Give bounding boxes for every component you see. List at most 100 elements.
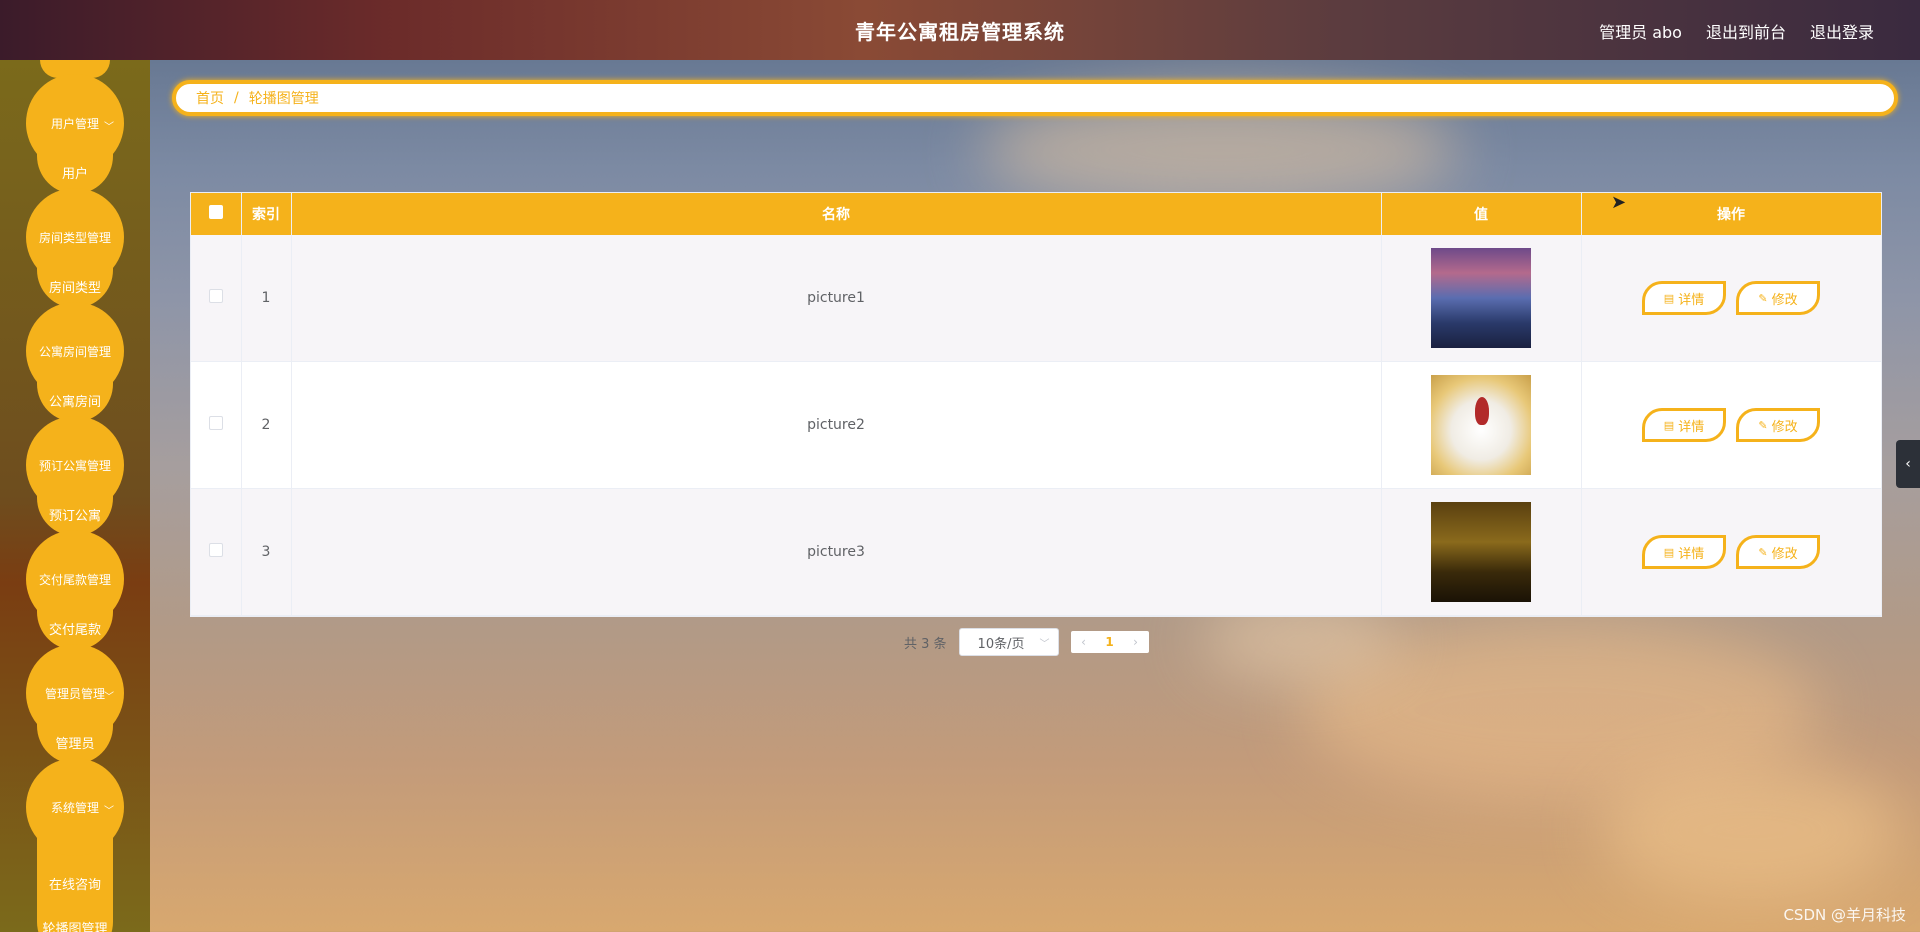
sidebar-item-carousel[interactable]: 轮播图管理 [42, 908, 107, 932]
chevron-left-icon[interactable]: ‹ [1896, 440, 1920, 488]
row-ops-cell: ▤ 详情 ✎ 修改 [1581, 361, 1882, 489]
top-header: 青年公寓租房管理系统 管理员 abo 退出到前台 退出登录 [0, 0, 1920, 60]
chevron-down-icon: ﹀ [1039, 638, 1050, 650]
pencil-icon: ✎ [1758, 545, 1768, 559]
pencil-icon: ✎ [1758, 291, 1768, 305]
carousel-image[interactable] [1431, 375, 1531, 475]
row-checkbox[interactable] [208, 416, 223, 430]
row-actions: ▤ 详情 ✎ 修改 [1582, 535, 1881, 569]
sidebar-item-booking[interactable]: 预订公寓 [37, 476, 113, 536]
page-number-1[interactable]: 1 [1097, 635, 1123, 649]
chevron-down-icon: ﹀ [104, 806, 114, 817]
row-actions: ▤ 详情 ✎ 修改 [1582, 408, 1881, 442]
pagination: 共 3 条 10条/页 ﹀ ‹ 1 › [904, 628, 1149, 656]
page-size-value: 10条/页 [977, 636, 1025, 652]
row-select-cell [191, 235, 242, 362]
sidebar: 用户管理 ﹀ 用户 房间类型管理 房间类型 公寓房间管理 公寓房间 预订公寓管理… [0, 60, 150, 932]
carousel-image[interactable] [1431, 502, 1531, 602]
sidebar-item-online-consult[interactable]: 在线咨询 [49, 864, 101, 908]
breadcrumb-current: 轮播图管理 [248, 91, 319, 107]
document-icon: ▤ [1663, 418, 1675, 432]
detail-label: 详情 [1678, 292, 1705, 308]
row-select-cell [191, 488, 242, 616]
menu-head-label: 用户管理 [50, 116, 99, 131]
menu-head-label: 系统管理 [50, 800, 99, 815]
sidebar-item-room-type[interactable]: 房间类型 [37, 248, 113, 308]
value-header: 值 [1381, 193, 1582, 235]
menu-head-label: 公寓房间管理 [38, 344, 111, 359]
edit-label: 修改 [1771, 419, 1798, 435]
menu-head-system[interactable]: 系统管理 ﹀ [26, 758, 124, 856]
row-name: picture1 [291, 235, 1382, 362]
document-icon: ▤ [1663, 291, 1675, 305]
edit-button[interactable]: ✎ 修改 [1736, 408, 1820, 442]
sidebar-item-user[interactable]: 用户 [37, 134, 113, 194]
mouse-cursor-icon: ➤ [1611, 192, 1627, 213]
row-value-cell [1381, 361, 1582, 489]
chevron-down-icon: ﹀ [104, 692, 114, 703]
detail-button[interactable]: ▤ 详情 [1642, 408, 1726, 442]
edit-label: 修改 [1771, 292, 1798, 308]
next-page-button[interactable]: › [1123, 635, 1149, 649]
select-all-checkbox[interactable] [208, 205, 223, 219]
menu-group-apartment-room[interactable]: 公寓房间管理 公寓房间 [26, 302, 124, 422]
row-ops-cell: ▤ 详情 ✎ 修改 [1581, 235, 1882, 362]
chevron-down-icon: ﹀ [104, 122, 114, 133]
carousel-table: 索引 名称 值 操作 1 picture1 ▤ 详情 ✎ 修改 2 pictur… [190, 192, 1882, 617]
edit-button[interactable]: ✎ 修改 [1736, 281, 1820, 315]
menu-head-label: 管理员管理 [44, 686, 105, 701]
detail-button[interactable]: ▤ 详情 [1642, 281, 1726, 315]
detail-label: 详情 [1678, 546, 1705, 562]
menu-head-label: 房间类型管理 [38, 230, 111, 245]
document-icon: ▤ [1663, 545, 1675, 559]
menu-head-label: 交付尾款管理 [38, 572, 111, 587]
table-header-row: 索引 名称 值 操作 [191, 193, 1882, 235]
detail-button[interactable]: ▤ 详情 [1642, 535, 1726, 569]
row-index: 2 [241, 361, 292, 489]
admin-username: 管理员 abo [1599, 23, 1682, 42]
header-actions: 管理员 abo 退出到前台 退出登录 [1599, 19, 1874, 43]
menu-group-system[interactable]: 系统管理 ﹀ 公寓简介 在线咨询 轮播图管理 [26, 758, 124, 932]
sidebar-item-apartment-room[interactable]: 公寓房间 [37, 362, 113, 422]
row-checkbox[interactable] [208, 289, 223, 303]
row-select-cell [191, 361, 242, 489]
menu-group-admin[interactable]: 管理员管理 ﹀ 管理员 [26, 644, 124, 764]
row-name: picture3 [291, 488, 1382, 616]
breadcrumb: 首页 / 轮播图管理 [172, 80, 1898, 116]
page-size-select[interactable]: 10条/页 ﹀ [958, 628, 1059, 656]
background-glow [1600, 760, 1900, 900]
index-header: 索引 [241, 193, 292, 235]
row-checkbox[interactable] [208, 543, 223, 557]
back-to-front-link[interactable]: 退出到前台 [1706, 19, 1786, 43]
menu-head-label: 预订公寓管理 [38, 458, 111, 473]
edit-button[interactable]: ✎ 修改 [1736, 535, 1820, 569]
row-value-cell [1381, 488, 1582, 616]
menu-group-balance[interactable]: 交付尾款管理 交付尾款 [26, 530, 124, 650]
logout-link[interactable]: 退出登录 [1810, 19, 1874, 43]
menu-group-booking[interactable]: 预订公寓管理 预订公寓 [26, 416, 124, 536]
total-count: 共 3 条 [904, 636, 947, 652]
detail-label: 详情 [1678, 419, 1705, 435]
sidebar-item-admin[interactable]: 管理员 [37, 704, 113, 764]
table-row: 3 picture3 ▤ 详情 ✎ 修改 [191, 488, 1882, 616]
menu-group-room-type[interactable]: 房间类型管理 房间类型 [26, 188, 124, 308]
breadcrumb-separator: / [234, 90, 239, 106]
row-index: 3 [241, 488, 292, 616]
breadcrumb-home[interactable]: 首页 [196, 88, 224, 108]
sidebar-item-balance[interactable]: 交付尾款 [37, 590, 113, 650]
carousel-image[interactable] [1431, 248, 1531, 348]
row-value-cell [1381, 235, 1582, 362]
table-row: 2 picture2 ▤ 详情 ✎ 修改 [191, 361, 1882, 489]
menu-group-user[interactable]: 用户管理 ﹀ 用户 [26, 74, 124, 194]
pencil-icon: ✎ [1758, 418, 1768, 432]
pager: ‹ 1 › [1070, 631, 1149, 653]
sidebar-menu: 用户管理 ﹀ 用户 房间类型管理 房间类型 公寓房间管理 公寓房间 预订公寓管理… [26, 60, 124, 932]
name-header: 名称 [291, 193, 1382, 235]
select-all-header [191, 193, 242, 235]
row-ops-cell: ▤ 详情 ✎ 修改 [1581, 488, 1882, 616]
edit-label: 修改 [1771, 546, 1798, 562]
prev-page-button[interactable]: ‹ [1071, 635, 1097, 649]
row-name: picture2 [291, 361, 1382, 489]
table-row: 1 picture1 ▤ 详情 ✎ 修改 [191, 235, 1882, 362]
row-index: 1 [241, 235, 292, 362]
